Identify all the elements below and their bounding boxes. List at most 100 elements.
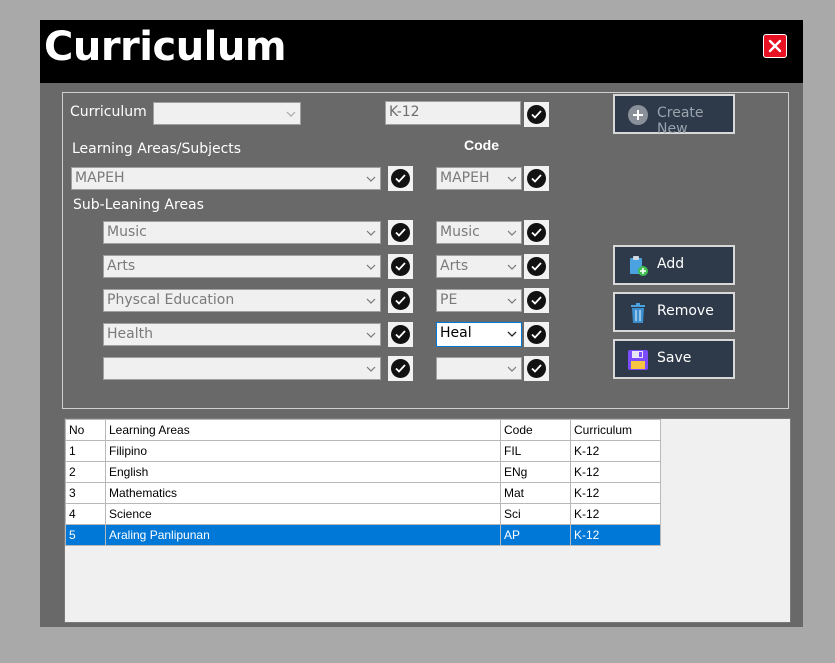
cell-no: 1 [65, 440, 106, 462]
table-row[interactable]: 3 Mathematics Mat K-12 [65, 482, 661, 504]
sub-area-code-check-button-2[interactable] [524, 254, 549, 279]
curriculum-label: Curriculum [70, 104, 147, 120]
check-icon [527, 325, 546, 344]
sub-area-code-check-button-4[interactable] [524, 322, 549, 347]
check-icon [391, 169, 410, 188]
sub-area-code-check-button-5[interactable] [524, 356, 549, 381]
check-icon [391, 257, 410, 276]
sub-area-check-button-4[interactable] [388, 322, 413, 347]
title-bar: Curriculum [40, 20, 803, 83]
sub-area-code-check-button-1[interactable] [524, 220, 549, 245]
sub-area-code-combo-2[interactable]: Arts [436, 255, 522, 278]
sub-area-code-combo-3[interactable]: PE [436, 289, 522, 312]
sub-area-code-combo-4[interactable]: Heal [436, 322, 522, 347]
create-new-button[interactable]: Create New [613, 94, 735, 137]
check-icon [527, 223, 546, 242]
add-button[interactable]: Add [613, 245, 735, 285]
cell-learning-area: English [105, 461, 501, 483]
column-header-no[interactable]: No [65, 419, 106, 441]
chevron-down-icon [503, 290, 521, 311]
cell-curriculum: K-12 [570, 503, 661, 525]
table-header-row: No Learning Areas Code Curriculum [65, 419, 661, 441]
close-button[interactable] [763, 34, 787, 58]
learning-areas-grid[interactable]: No Learning Areas Code Curriculum 1 Fili… [64, 418, 791, 623]
code-header: Code [464, 137, 499, 153]
table-row[interactable]: 2 English ENg K-12 [65, 461, 661, 483]
cell-learning-area: Araling Panlipunan [105, 524, 501, 546]
check-icon [527, 359, 546, 378]
close-icon [768, 39, 782, 53]
chevron-down-icon [503, 358, 521, 379]
column-header-learning-areas[interactable]: Learning Areas [105, 419, 501, 441]
chevron-down-icon [362, 256, 380, 277]
check-icon [391, 359, 410, 378]
sub-area-combo-5[interactable] [103, 357, 381, 380]
check-icon [391, 223, 410, 242]
cell-learning-area: Filipino [105, 440, 501, 462]
learning-area-code-combo[interactable]: MAPEH [436, 167, 522, 190]
check-icon [527, 105, 546, 124]
chevron-down-icon [362, 324, 380, 345]
cell-code: AP [500, 524, 571, 546]
sub-area-combo-3[interactable]: Physcal Education [103, 289, 381, 312]
learning-area-combo[interactable]: MAPEH [71, 167, 381, 190]
cell-no: 2 [65, 461, 106, 483]
cell-no: 5 [65, 524, 106, 546]
curriculum-check-button[interactable] [524, 102, 549, 127]
remove-button[interactable]: Remove [613, 292, 735, 332]
curriculum-form-panel: Curriculum K-12 Create New Learning Area… [62, 92, 789, 409]
chevron-down-icon [503, 323, 521, 344]
table-row[interactable]: 4 Science Sci K-12 [65, 503, 661, 525]
cell-curriculum: K-12 [570, 440, 661, 462]
chevron-down-icon [503, 256, 521, 277]
chevron-down-icon [362, 358, 380, 379]
save-button[interactable]: Save [613, 339, 735, 379]
chevron-down-icon [362, 222, 380, 243]
table-row-selected[interactable]: 5 Araling Panlipunan AP K-12 [65, 524, 661, 546]
cell-code: FIL [500, 440, 571, 462]
cell-curriculum: K-12 [570, 461, 661, 483]
check-icon [391, 325, 410, 344]
chevron-down-icon [503, 168, 521, 189]
column-header-curriculum[interactable]: Curriculum [570, 419, 661, 441]
cell-curriculum: K-12 [570, 482, 661, 504]
learning-areas-table: No Learning Areas Code Curriculum 1 Fili… [65, 419, 661, 546]
cell-code: ENg [500, 461, 571, 483]
check-icon [527, 169, 546, 188]
save-icon [627, 349, 649, 371]
check-icon [391, 291, 410, 310]
curriculum-text-field[interactable]: K-12 [385, 101, 521, 125]
sub-area-combo-4[interactable]: Health [103, 323, 381, 346]
cell-learning-area: Mathematics [105, 482, 501, 504]
learning-area-code-check-button[interactable] [524, 166, 549, 191]
sub-area-check-button-3[interactable] [388, 288, 413, 313]
chevron-down-icon [282, 103, 300, 124]
sub-area-check-button-5[interactable] [388, 356, 413, 381]
plus-circle-icon [627, 104, 649, 126]
learning-areas-label: Learning Areas/Subjects [72, 141, 242, 157]
sub-area-check-button-1[interactable] [388, 220, 413, 245]
clipboard-add-icon [627, 255, 649, 277]
cell-code: Sci [500, 503, 571, 525]
cell-no: 4 [65, 503, 106, 525]
learning-area-check-button[interactable] [388, 166, 413, 191]
sub-area-code-check-button-3[interactable] [524, 288, 549, 313]
sub-area-code-combo-5[interactable] [436, 357, 522, 380]
sub-area-check-button-2[interactable] [388, 254, 413, 279]
cell-curriculum: K-12 [570, 524, 661, 546]
trash-icon [627, 302, 649, 324]
table-row[interactable]: 1 Filipino FIL K-12 [65, 440, 661, 462]
chevron-down-icon [503, 222, 521, 243]
cell-no: 3 [65, 482, 106, 504]
curriculum-combo[interactable] [153, 102, 301, 125]
sub-area-code-combo-1[interactable]: Music [436, 221, 522, 244]
cell-code: Mat [500, 482, 571, 504]
curriculum-window: Curriculum Curriculum K-12 Create New Le… [40, 20, 803, 627]
sub-area-combo-2[interactable]: Arts [103, 255, 381, 278]
sub-areas-label: Sub-Leaning Areas [73, 197, 204, 213]
check-icon [527, 291, 546, 310]
chevron-down-icon [362, 168, 380, 189]
column-header-code[interactable]: Code [500, 419, 571, 441]
sub-area-combo-1[interactable]: Music [103, 221, 381, 244]
cell-learning-area: Science [105, 503, 501, 525]
